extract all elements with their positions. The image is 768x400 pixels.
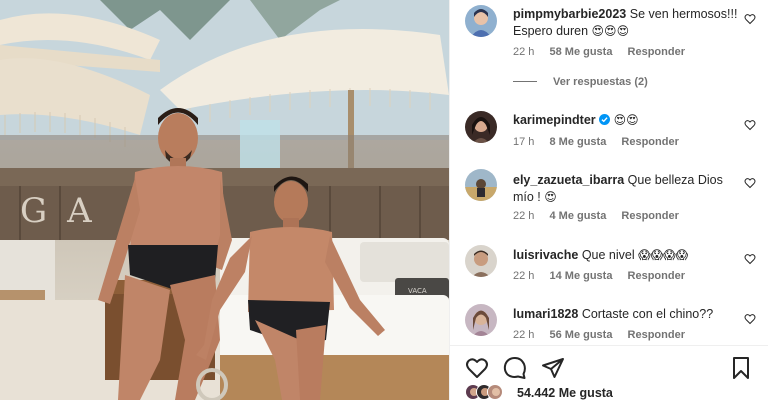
comment-heart-icon[interactable] xyxy=(744,253,756,265)
comments-panel: pimpmybarbie2023 Se ven hermosos!!! Espe… xyxy=(450,0,768,400)
comment-emoji: 😍😍😍 xyxy=(591,24,630,38)
comment-time[interactable]: 22 h xyxy=(513,270,534,282)
avatar[interactable] xyxy=(465,5,497,37)
reply-button[interactable]: Responder xyxy=(628,46,685,58)
comment-text: karimepindter 😍😍 xyxy=(513,112,738,129)
replies-line xyxy=(513,81,537,82)
view-replies-label: Ver respuestas (2) xyxy=(553,76,648,88)
reply-button[interactable]: Responder xyxy=(621,136,678,148)
comment-emoji: 😱😱😱😱 xyxy=(638,248,689,262)
action-bar-divider xyxy=(450,345,768,346)
reply-button[interactable]: Responder xyxy=(628,329,685,341)
avatar[interactable] xyxy=(465,245,497,277)
comment-likes[interactable]: 4 Me gusta xyxy=(549,210,606,222)
comment-heart-icon[interactable] xyxy=(744,119,756,131)
liker-avatar xyxy=(487,384,503,400)
comment-username[interactable]: pimpmybarbie2023 xyxy=(513,7,626,21)
avatar[interactable] xyxy=(465,304,497,336)
post-photo[interactable]: GA DE VACA xyxy=(0,0,449,400)
comment-time[interactable]: 22 h xyxy=(513,46,534,58)
comment-meta: 22 h 58 Me gusta Responder xyxy=(513,46,697,58)
comment-username[interactable]: ely_zazueta_ibarra xyxy=(513,173,624,187)
comment-meta: 22 h 4 Me gusta Responder xyxy=(513,210,691,222)
comment-meta: 22 h 56 Me gusta Responder xyxy=(513,329,697,341)
heart-icon xyxy=(466,358,488,378)
comment-heart-icon[interactable] xyxy=(744,13,756,25)
comment-username[interactable]: lumari1828 xyxy=(513,307,578,321)
comment-time[interactable]: 22 h xyxy=(513,210,534,222)
comment-username[interactable]: karimepindter xyxy=(513,113,596,127)
comment-likes[interactable]: 56 Me gusta xyxy=(549,329,612,341)
bookmark-icon xyxy=(733,357,749,379)
verified-badge-icon xyxy=(599,114,611,125)
pillow-text: VACA xyxy=(408,287,427,295)
like-count[interactable]: 54.442 Me gusta xyxy=(517,386,613,400)
avatar[interactable] xyxy=(465,111,497,143)
comment-time[interactable]: 22 h xyxy=(513,329,534,341)
comment-emoji: 😍😍 xyxy=(613,113,639,127)
comment-username[interactable]: luisrivache xyxy=(513,248,578,262)
comment-emoji: 😍 xyxy=(544,190,557,204)
comment-meta: 17 h 8 Me gusta Responder xyxy=(513,136,691,148)
comment-body: Que nivel xyxy=(581,248,635,262)
comment-heart-icon[interactable] xyxy=(744,313,756,325)
comment-icon xyxy=(503,357,526,379)
comment-text: ely_zazueta_ibarra Que belleza Dios mío … xyxy=(513,172,738,206)
comment-likes[interactable]: 14 Me gusta xyxy=(549,270,612,282)
beach-photo: GA DE VACA xyxy=(0,0,449,400)
reply-button[interactable]: Responder xyxy=(621,210,678,222)
comment-likes[interactable]: 58 Me gusta xyxy=(549,46,612,58)
share-icon xyxy=(542,358,564,378)
comment-body: Cortaste con el chino?? xyxy=(581,307,714,321)
avatar[interactable] xyxy=(465,169,497,201)
save-button[interactable] xyxy=(729,356,753,380)
comment-likes[interactable]: 8 Me gusta xyxy=(549,136,606,148)
comment-text: luisrivache Que nivel 😱😱😱😱 xyxy=(513,247,738,264)
view-replies-button[interactable]: Ver respuestas (2) xyxy=(513,76,648,88)
comment-button[interactable] xyxy=(503,356,527,380)
share-button[interactable] xyxy=(541,356,565,380)
comment-heart-icon[interactable] xyxy=(744,177,756,189)
reply-button[interactable]: Responder xyxy=(628,270,685,282)
comment-meta: 22 h 14 Me gusta Responder xyxy=(513,270,697,282)
comment-text: pimpmybarbie2023 Se ven hermosos!!! Espe… xyxy=(513,6,738,40)
comment-time[interactable]: 17 h xyxy=(513,136,534,148)
like-button[interactable] xyxy=(465,356,489,380)
comment-text: lumari1828 Cortaste con el chino?? xyxy=(513,306,738,323)
